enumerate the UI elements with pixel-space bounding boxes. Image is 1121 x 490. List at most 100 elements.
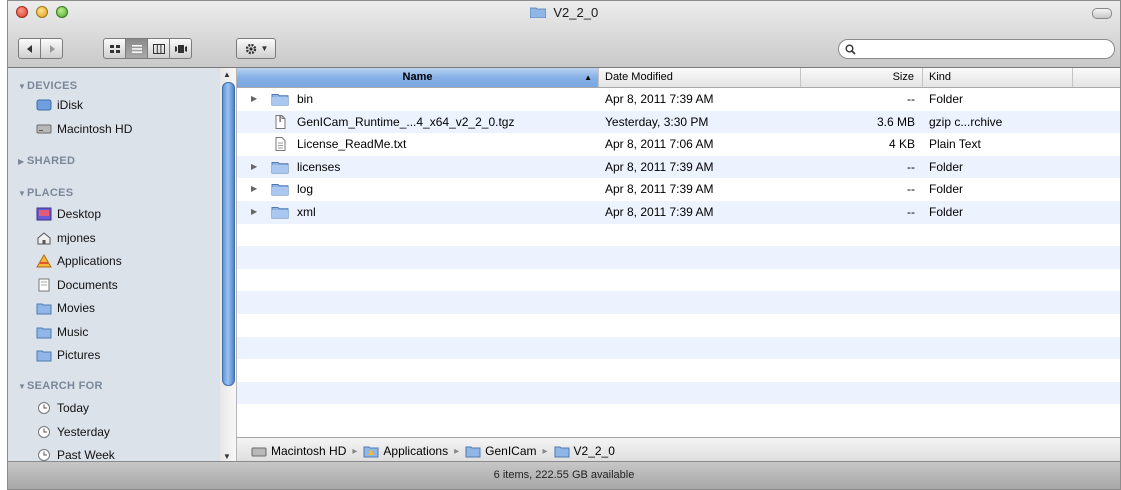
scroll-down-arrow-icon[interactable]: ▼ [223, 452, 231, 461]
file-kind: Folder [929, 159, 964, 174]
disclosure-triangle-icon[interactable]: ▶ [251, 88, 257, 110]
status-bar: 6 items, 222.55 GB available [8, 461, 1120, 489]
disclosure-triangle-icon[interactable]: ▶ [251, 156, 257, 178]
sidebar-section-shared[interactable]: ▶ SHARED [18, 155, 75, 167]
file-date-modified: Apr 8, 2011 7:39 AM [605, 159, 714, 174]
documents-icon [38, 278, 50, 292]
status-text: 6 items, 222.55 GB available [493, 469, 635, 481]
idisk-icon [36, 99, 52, 111]
scroll-up-arrow-icon[interactable]: ▲ [223, 70, 231, 79]
sidebar-section-devices[interactable]: ▼DEVICES [18, 80, 77, 92]
gear-icon [245, 43, 256, 54]
path-separator-icon: ▸ [542, 445, 548, 457]
file-kind: Folder [929, 204, 964, 219]
column-header-size[interactable]: Size [801, 68, 923, 87]
file-name: licenses [297, 159, 341, 174]
file-row[interactable]: ▶ log Apr 8, 2011 7:39 AM -- Folder [237, 178, 1120, 201]
icon-view-button[interactable] [103, 38, 126, 59]
sort-ascending-icon: ▲ [584, 73, 592, 82]
coverflow-view-button[interactable] [169, 38, 192, 59]
file-list: Name ▲ Date Modified Size Kind ▶ bin Apr 8… [237, 68, 1120, 437]
path-separator-icon: ▸ [454, 445, 460, 457]
applications-icon [36, 254, 52, 268]
empty-row [237, 359, 1120, 382]
coverflow-view-icon [174, 44, 187, 53]
folder-icon [271, 161, 289, 174]
file-date-modified: Yesterday, 3:30 PM [605, 114, 709, 129]
finder-window: V2_2_0 ▼ ▼DEVICES iDisk Macintosh HD ▶ S… [7, 0, 1121, 490]
empty-row [237, 224, 1120, 247]
path-crumb[interactable]: Applications ▸ [363, 444, 465, 458]
sidebar-item-desktop[interactable]: Desktop [36, 204, 101, 224]
file-row[interactable]: ▶ licenses Apr 8, 2011 7:39 AM -- Folder [237, 155, 1120, 179]
desktop-icon [36, 207, 52, 221]
clock-icon [38, 402, 50, 414]
file-size: -- [907, 92, 915, 106]
scrollbar-thumb[interactable] [222, 82, 235, 386]
sidebar-item-mjones[interactable]: mjones [36, 228, 96, 248]
harddrive-icon [36, 124, 52, 134]
path-bar: Macintosh HD ▸ Applications ▸ GenICam ▸ V2_2_0 [237, 437, 1120, 464]
folder-icon [554, 446, 570, 457]
path-crumb-label: GenICam [485, 444, 537, 458]
back-button[interactable] [18, 38, 41, 59]
title-toolbar: V2_2_0 ▼ [8, 1, 1120, 68]
list-view-button[interactable] [125, 38, 148, 59]
column-header-kind[interactable]: Kind [923, 68, 1073, 87]
file-name: License_ReadMe.txt [297, 137, 407, 152]
action-menu-button[interactable]: ▼ [236, 38, 276, 59]
file-row[interactable]: ▶ bin Apr 8, 2011 7:39 AM -- Folder [237, 88, 1120, 111]
empty-row [237, 404, 1120, 427]
forward-button[interactable] [40, 38, 63, 59]
sidebar-section-search-for[interactable]: ▼SEARCH FOR [18, 380, 103, 392]
path-crumb[interactable]: Macintosh HD ▸ [251, 444, 363, 458]
home-icon [37, 232, 51, 245]
disclosure-triangle-icon: ▼ [18, 82, 27, 91]
path-crumb[interactable]: GenICam ▸ [465, 444, 553, 458]
sidebar-item-yesterday[interactable]: Yesterday [36, 422, 110, 442]
back-forward-control [18, 38, 63, 59]
file-name: GenICam_Runtime_...4_x64_v2_2_0.tgz [297, 114, 515, 129]
file-date-modified: Apr 8, 2011 7:39 AM [605, 92, 714, 106]
chevron-down-icon: ▼ [260, 44, 269, 53]
file-name: xml [297, 204, 316, 219]
file-row[interactable]: License_ReadMe.txt Apr 8, 2011 7:06 AM 4 K… [237, 133, 1120, 156]
disclosure-triangle-icon[interactable]: ▶ [251, 201, 257, 223]
file-kind: Plain Text [929, 137, 981, 152]
file-date-modified: Apr 8, 2011 7:39 AM [605, 182, 714, 197]
sidebar-section-places[interactable]: ▼PLACES [18, 187, 73, 199]
sidebar-item-music[interactable]: Music [36, 322, 88, 342]
path-separator-icon: ▸ [352, 445, 358, 457]
folder-icon [465, 446, 481, 457]
list-view-icon [131, 44, 142, 53]
sidebar-item-macintosh-hd[interactable]: Macintosh HD [36, 119, 132, 139]
path-crumb-label: Macintosh HD [271, 444, 347, 458]
disclosure-triangle-icon[interactable]: ▶ [251, 178, 257, 200]
column-view-button[interactable] [147, 38, 170, 59]
sidebar-scrollbar[interactable]: ▲ ▼ [220, 68, 237, 463]
column-header-name[interactable]: Name ▲ [237, 68, 599, 87]
empty-row [237, 269, 1120, 292]
file-row[interactable]: ▶ xml Apr 8, 2011 7:39 AM -- Folder [237, 200, 1120, 224]
column-header-row: Name ▲ Date Modified Size Kind [237, 68, 1120, 88]
file-date-modified: Apr 8, 2011 7:06 AM [605, 137, 714, 152]
file-size: 4 KB [888, 137, 915, 152]
search-icon [845, 44, 856, 55]
folder-icon [36, 303, 52, 315]
column-header-date-modified[interactable]: Date Modified [599, 68, 801, 87]
sidebar-item-applications[interactable]: Applications [36, 251, 122, 271]
sidebar-item-idisk[interactable]: iDisk [36, 95, 83, 115]
empty-row [237, 291, 1120, 314]
sidebar-item-documents[interactable]: Documents [36, 275, 118, 295]
search-field[interactable] [838, 39, 1115, 59]
file-kind: gzip c...rchive [929, 114, 1003, 129]
file-size: -- [907, 159, 915, 174]
file-rows: ▶ bin Apr 8, 2011 7:39 AM -- Folder GenICam_R… [237, 88, 1120, 427]
sidebar-item-pictures[interactable]: Pictures [36, 345, 100, 365]
folder-icon [271, 184, 289, 196]
folder-icon [271, 206, 289, 219]
sidebar-item-today[interactable]: Today [36, 398, 89, 418]
file-row[interactable]: GenICam_Runtime_...4_x64_v2_2_0.tgz Yeste… [237, 110, 1120, 134]
sidebar-item-movies[interactable]: Movies [36, 298, 95, 318]
path-crumb[interactable]: V2_2_0 [554, 444, 615, 458]
